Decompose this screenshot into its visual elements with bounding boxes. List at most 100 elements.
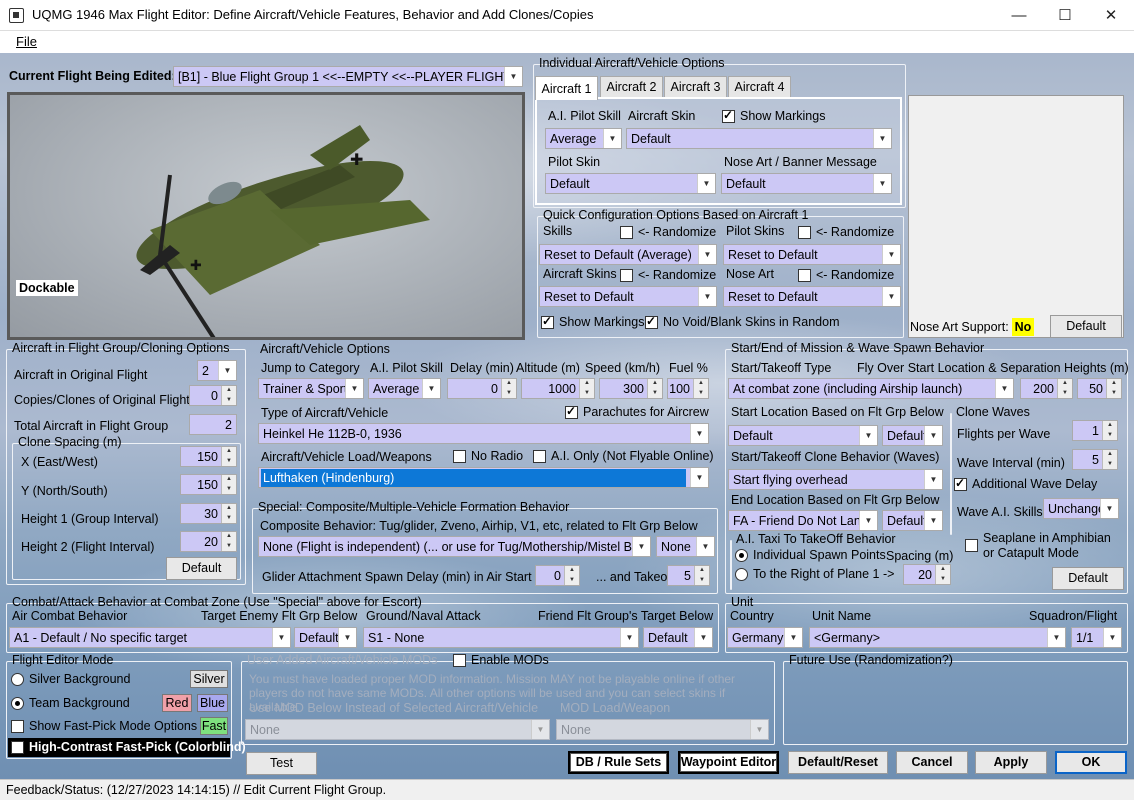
close-icon[interactable]: ✕ (1088, 0, 1134, 31)
speed-spinner[interactable]: 300 ▲ ▼ (599, 378, 663, 399)
pilot-skins-randomize-checkbox[interactable] (798, 226, 811, 239)
additional-wave-delay-checkbox[interactable] (954, 476, 967, 491)
nose-art-default-button[interactable]: Default (1050, 315, 1122, 338)
current-flight-select[interactable]: [B1] - Blue Flight Group 1 <<--EMPTY <<-… (173, 66, 523, 87)
test-button[interactable]: Test (246, 752, 317, 775)
ai-skill-select[interactable]: Average ▼ (545, 128, 622, 149)
tab-aircraft-4[interactable]: Aircraft 4 (728, 76, 791, 97)
ai-only-checkbox[interactable] (533, 450, 546, 463)
copies-spinner[interactable]: 0 ▲ ▼ (189, 385, 237, 406)
mods-load-label: MOD Load/Weapon (560, 701, 671, 715)
team-background-radio[interactable] (11, 697, 24, 710)
waypoint-editor-button[interactable]: Waypoint Editor (678, 751, 779, 774)
takeoff-spinner[interactable]: 5 ▲ ▼ (667, 565, 710, 586)
pilot-skins-reset-select[interactable]: Reset to Default ▼ (723, 244, 901, 265)
clone-default-button[interactable]: Default (166, 557, 237, 580)
y-spacing-spinner[interactable]: 150 ▲ ▼ (180, 474, 237, 495)
taxi-title: A.I. Taxi To TakeOff Behavior (736, 532, 896, 546)
x-spacing-spinner[interactable]: 150 ▲ ▼ (180, 446, 237, 467)
right-of-plane-label: To the Right of Plane 1 -> (753, 567, 895, 581)
load-weapons-select[interactable]: Lufthaken (Hindenburg) ▼ (258, 467, 709, 488)
db-rule-sets-button[interactable]: DB / Rule Sets (568, 751, 669, 774)
end-location-select[interactable]: FA - Friend Do Not Land ▼ (728, 510, 878, 531)
target-enemy-select[interactable]: Default ▼ (294, 627, 357, 648)
mod-select[interactable]: None ▼ (245, 719, 550, 740)
wave-skills-select[interactable]: Unchanged▼ (1043, 498, 1119, 519)
end-location-group-select[interactable]: Default ▼ (882, 510, 943, 531)
nose-art-label: Nose Art / Banner Message (724, 155, 877, 169)
high-contrast-checkbox[interactable] (11, 741, 24, 754)
flyover-height2-spinner[interactable]: 50 ▲ ▼ (1077, 378, 1122, 399)
altitude-spinner[interactable]: 1000 ▲ ▼ (521, 378, 595, 399)
height1-spinner[interactable]: 30 ▲ ▼ (180, 503, 237, 524)
start-location-group-select[interactable]: Default ▼ (882, 425, 943, 446)
ground-attack-select[interactable]: S1 - None ▼ (363, 627, 639, 648)
red-swatch-button[interactable]: Red (162, 694, 192, 712)
clone-behavior-select[interactable]: Start flying overhead ▼ (728, 469, 943, 490)
height2-spinner[interactable]: 20 ▲ ▼ (180, 531, 237, 552)
composite-target-select[interactable]: None ▼ (656, 536, 715, 557)
vehicle-skill-select[interactable]: Average ▼ (368, 378, 441, 399)
nose-art-select[interactable]: Default ▼ (721, 173, 892, 194)
quick-show-markings-checkbox[interactable] (541, 314, 554, 329)
minimize-icon[interactable]: — (996, 0, 1042, 31)
tab-aircraft-2[interactable]: Aircraft 2 (600, 76, 663, 97)
friend-target-select[interactable]: Default ▼ (643, 627, 713, 648)
glider-delay-spinner[interactable]: 0 ▲ ▼ (535, 565, 580, 586)
fast-pick-checkbox[interactable] (11, 720, 24, 733)
spawn-default-button[interactable]: Default (1052, 567, 1124, 590)
individual-spawn-radio[interactable] (735, 549, 748, 562)
wave-interval-spinner[interactable]: 5 ▲ ▼ (1072, 449, 1118, 470)
jump-category-select[interactable]: Trainer & Sport ▼ (258, 378, 364, 399)
unit-name-select[interactable]: <Germany> ▼ (809, 627, 1066, 648)
vehicle-type-select[interactable]: Heinkel He 112B-0, 1936 ▼ (258, 423, 709, 444)
no-radio-checkbox[interactable] (453, 450, 466, 463)
flyover-height1-spinner[interactable]: 200 ▲ ▼ (1020, 378, 1073, 399)
start-type-select[interactable]: At combat zone (including Airship launch… (728, 378, 1014, 399)
parachutes-checkbox[interactable] (565, 404, 578, 419)
height1-label: Height 1 (Group Interval) (21, 512, 159, 526)
pilot-skin-select[interactable]: Default ▼ (545, 173, 716, 194)
seaplane-checkbox[interactable] (965, 539, 978, 552)
spawn-spacing-spinner[interactable]: 20 ▲ ▼ (903, 564, 951, 585)
default-reset-button[interactable]: Default/Reset (788, 751, 888, 774)
silver-swatch-button[interactable]: Silver (190, 670, 228, 688)
composite-label: Composite Behavior: Tug/glider, Zveno, A… (260, 519, 698, 533)
orig-flight-select[interactable]: 2 ▼ (197, 360, 237, 381)
fast-swatch-button[interactable]: Fast (200, 717, 228, 735)
speed-label: Speed (km/h) (585, 361, 661, 375)
flights-per-wave-spinner[interactable]: 1 ▲ ▼ (1072, 420, 1118, 441)
cancel-button[interactable]: Cancel (896, 751, 968, 774)
composite-behavior-select[interactable]: None (Flight is independent) (... or use… (258, 536, 651, 557)
blue-swatch-button[interactable]: Blue (197, 694, 228, 712)
fuel-spinner[interactable]: 100 ▲ ▼ (667, 378, 709, 399)
mod-load-select[interactable]: None ▼ (556, 719, 769, 740)
aircraft-skins-reset-select[interactable]: Reset to Default ▼ (539, 286, 717, 307)
country-select[interactable]: Germany ▼ (727, 627, 803, 648)
tab-aircraft-1[interactable]: Aircraft 1 (535, 76, 598, 100)
right-of-plane-radio[interactable] (735, 568, 748, 581)
chevron-down-icon: ▼ (924, 470, 942, 489)
squadron-select[interactable]: 1/1 ▼ (1071, 627, 1122, 648)
future-use-title: Future Use (Randomization?) (789, 653, 953, 667)
menu-file[interactable]: File (16, 34, 37, 49)
aircraft-skins-randomize-checkbox[interactable] (620, 269, 633, 282)
silver-background-radio[interactable] (11, 673, 24, 686)
maximize-icon[interactable]: ☐ (1042, 0, 1088, 31)
start-location-select[interactable]: Default ▼ (728, 425, 878, 446)
tab-aircraft-3[interactable]: Aircraft 3 (664, 76, 727, 97)
ok-button[interactable]: OK (1055, 751, 1127, 774)
show-markings-checkbox[interactable] (722, 108, 735, 123)
clone-behavior-label: Start/Takeoff Clone Behavior (Waves) (731, 450, 940, 464)
skills-reset-select[interactable]: Reset to Default (Average) ▼ (539, 244, 717, 265)
enable-mods-checkbox[interactable] (453, 654, 466, 667)
skills-randomize-checkbox[interactable] (620, 226, 633, 239)
delay-spinner[interactable]: 0 ▲ ▼ (447, 378, 517, 399)
nose-art-reset-select[interactable]: Reset to Default ▼ (723, 286, 901, 307)
takeoff-label: ... and Takeoff (596, 570, 675, 584)
apply-button[interactable]: Apply (975, 751, 1047, 774)
no-void-checkbox[interactable] (645, 314, 658, 329)
aircraft-skin-select[interactable]: Default ▼ (626, 128, 892, 149)
air-combat-select[interactable]: A1 - Default / No specific target ▼ (9, 627, 291, 648)
nose-art-randomize-checkbox[interactable] (798, 269, 811, 282)
